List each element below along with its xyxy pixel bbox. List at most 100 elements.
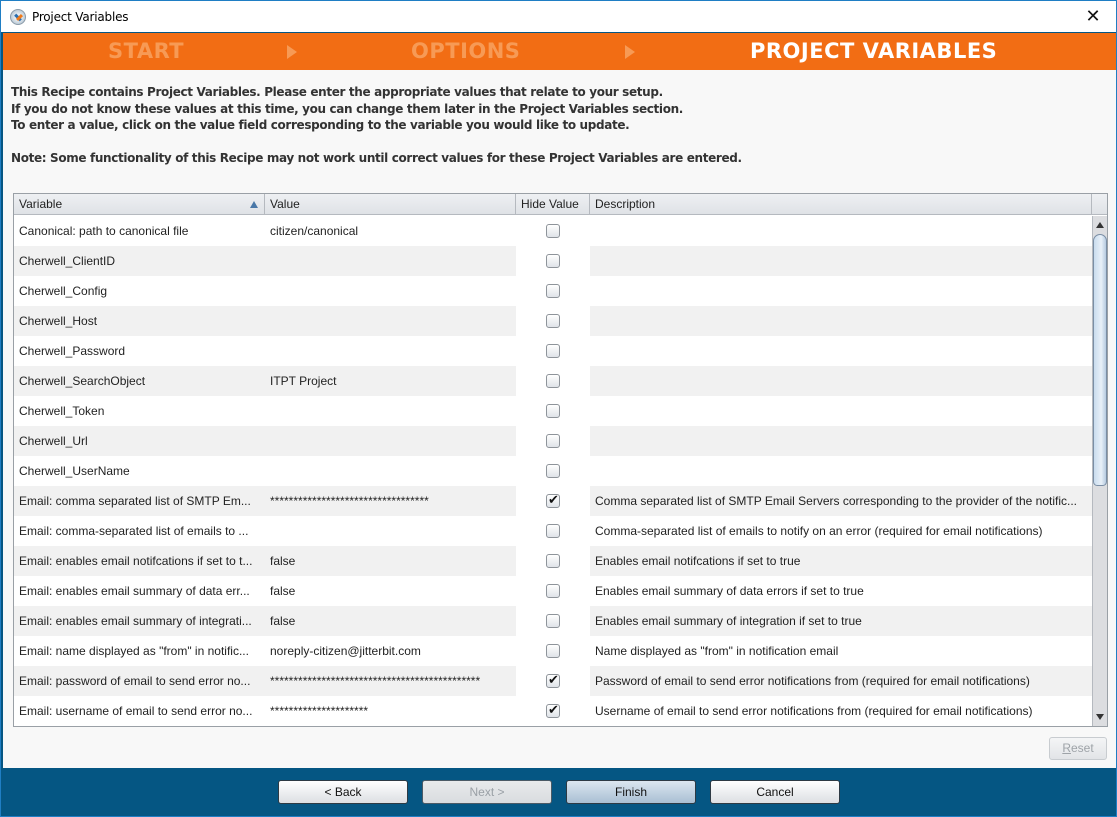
value-cell[interactable] (265, 516, 516, 546)
variable-cell[interactable]: Cherwell_Password (14, 336, 265, 366)
close-button[interactable]: ✕ (1070, 1, 1116, 32)
scrollbar-thumb[interactable] (1093, 234, 1107, 486)
variable-cell[interactable]: Cherwell_ClientID (14, 246, 265, 276)
table-row[interactable]: Cherwell_Config (14, 276, 1092, 306)
variable-cell[interactable]: Email: username of email to send error n… (14, 696, 265, 726)
value-cell[interactable] (265, 396, 516, 426)
variable-cell[interactable]: Email: enables email notifcations if set… (14, 546, 265, 576)
hide-value-cell[interactable] (516, 306, 590, 336)
value-cell[interactable]: false (265, 546, 516, 576)
hide-value-checkbox[interactable] (546, 314, 560, 328)
variable-cell[interactable]: Email: comma-separated list of emails to… (14, 516, 265, 546)
variable-cell[interactable]: Cherwell_SearchObject (14, 366, 265, 396)
hide-value-cell[interactable] (516, 606, 590, 636)
column-header-variable[interactable]: Variable (14, 194, 265, 215)
table-row[interactable]: Cherwell_Token (14, 396, 1092, 426)
vertical-scrollbar[interactable] (1092, 216, 1107, 726)
hide-value-cell[interactable] (516, 516, 590, 546)
hide-value-checkbox[interactable] (546, 374, 560, 388)
hide-value-checkbox[interactable] (546, 672, 560, 690)
hide-value-cell[interactable] (516, 456, 590, 486)
table-row[interactable]: Email: comma separated list of SMTP Em..… (14, 486, 1092, 516)
hide-value-cell[interactable] (516, 696, 590, 726)
table-row[interactable]: Canonical: path to canonical file citizen… (14, 216, 1092, 246)
table-row[interactable]: Email: enables email summary of integrat… (14, 606, 1092, 636)
value-cell[interactable]: false (265, 606, 516, 636)
variable-cell[interactable]: Email: name displayed as "from" in notif… (14, 636, 265, 666)
reset-button[interactable]: Reset (1049, 737, 1107, 760)
table-row[interactable]: Cherwell_Url (14, 426, 1092, 456)
scroll-up-arrow-icon[interactable] (1096, 222, 1104, 228)
hide-value-checkbox[interactable] (546, 464, 560, 478)
cancel-button[interactable]: Cancel (710, 780, 840, 804)
value-cell[interactable] (265, 426, 516, 456)
back-button[interactable]: < Back (278, 780, 408, 804)
hide-value-cell[interactable] (516, 396, 590, 426)
hide-value-checkbox[interactable] (546, 554, 560, 568)
table-row[interactable]: Cherwell_Password (14, 336, 1092, 366)
next-button[interactable]: Next > (422, 780, 552, 804)
variable-cell[interactable]: Cherwell_Token (14, 396, 265, 426)
table-row[interactable]: Email: comma-separated list of emails to… (14, 516, 1092, 546)
table-row[interactable]: Cherwell_ClientID (14, 246, 1092, 276)
table-row[interactable]: Email: password of email to send error n… (14, 666, 1092, 696)
hide-value-cell[interactable] (516, 276, 590, 306)
hide-value-checkbox[interactable] (546, 344, 560, 358)
scroll-down-arrow-icon[interactable] (1096, 714, 1104, 720)
column-header-hide-value[interactable]: Hide Value (516, 194, 590, 215)
table-row[interactable]: Email: enables email summary of data err… (14, 576, 1092, 606)
value-cell[interactable]: noreply-citizen@jitterbit.com (265, 636, 516, 666)
hide-value-checkbox[interactable] (546, 434, 560, 448)
hide-value-cell[interactable] (516, 666, 590, 696)
hide-value-checkbox[interactable] (546, 614, 560, 628)
value-cell[interactable] (265, 306, 516, 336)
hide-value-cell[interactable] (516, 546, 590, 576)
hide-value-cell[interactable] (516, 336, 590, 366)
variable-cell[interactable]: Cherwell_UserName (14, 456, 265, 486)
variable-cell[interactable]: Cherwell_Config (14, 276, 265, 306)
column-header-description[interactable]: Description (590, 194, 1092, 215)
hide-value-checkbox[interactable] (546, 524, 560, 538)
value-cell[interactable]: ********************* (265, 696, 516, 726)
table-row[interactable]: Email: username of email to send error n… (14, 696, 1092, 726)
value-cell[interactable] (265, 456, 516, 486)
hide-value-cell[interactable] (516, 486, 590, 516)
hide-value-checkbox[interactable] (546, 492, 560, 510)
hide-value-checkbox[interactable] (546, 284, 560, 298)
table-row[interactable]: Email: name displayed as "from" in notif… (14, 636, 1092, 666)
variable-cell[interactable]: Cherwell_Url (14, 426, 265, 456)
hide-value-cell[interactable] (516, 426, 590, 456)
table-row[interactable]: Cherwell_SearchObject ITPT Project (14, 366, 1092, 396)
hide-value-cell[interactable] (516, 576, 590, 606)
value-cell[interactable]: citizen/canonical (265, 216, 516, 246)
hide-value-checkbox[interactable] (546, 584, 560, 598)
table-row[interactable]: Email: enables email notifcations if set… (14, 546, 1092, 576)
value-cell[interactable]: false (265, 576, 516, 606)
hide-value-checkbox[interactable] (546, 702, 560, 720)
value-cell[interactable]: ITPT Project (265, 366, 516, 396)
hide-value-cell[interactable] (516, 216, 590, 246)
value-cell[interactable] (265, 336, 516, 366)
column-header-value[interactable]: Value (265, 194, 516, 215)
value-cell[interactable]: ****************************************… (265, 666, 516, 696)
variable-cell[interactable]: Email: enables email summary of data err… (14, 576, 265, 606)
table-row[interactable]: Cherwell_Host (14, 306, 1092, 336)
variable-cell[interactable]: Cherwell_Host (14, 306, 265, 336)
hide-value-checkbox[interactable] (546, 404, 560, 418)
hide-value-checkbox[interactable] (546, 254, 560, 268)
variable-cell[interactable]: Email: comma separated list of SMTP Em..… (14, 486, 265, 516)
variable-cell[interactable]: Canonical: path to canonical file (14, 216, 265, 246)
hide-value-cell[interactable] (516, 246, 590, 276)
description-cell (590, 456, 1092, 486)
value-cell[interactable] (265, 246, 516, 276)
hide-value-cell[interactable] (516, 366, 590, 396)
variable-cell[interactable]: Email: password of email to send error n… (14, 666, 265, 696)
hide-value-checkbox[interactable] (546, 644, 560, 658)
value-cell[interactable] (265, 276, 516, 306)
finish-button[interactable]: Finish (566, 780, 696, 804)
hide-value-cell[interactable] (516, 636, 590, 666)
variable-cell[interactable]: Email: enables email summary of integrat… (14, 606, 265, 636)
table-row[interactable]: Cherwell_UserName (14, 456, 1092, 486)
hide-value-checkbox[interactable] (546, 224, 560, 238)
value-cell[interactable]: ********************************** (265, 486, 516, 516)
